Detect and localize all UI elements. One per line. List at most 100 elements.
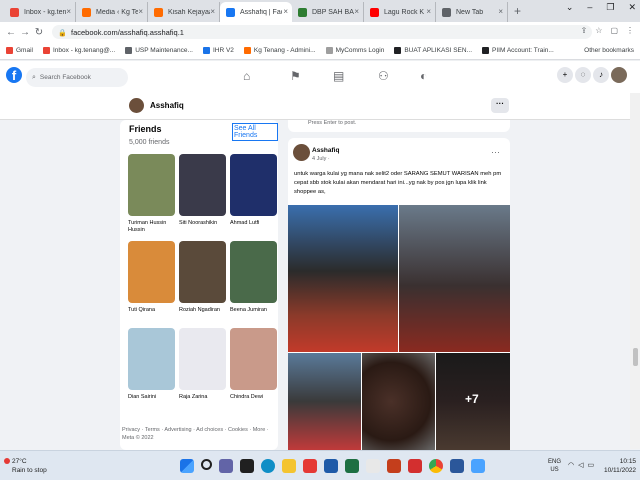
post-photo-2[interactable] (399, 205, 510, 352)
menu-icon[interactable]: ⋮ (626, 26, 634, 35)
tab-close-icon[interactable]: × (426, 7, 431, 16)
browser-tab[interactable]: Asshafiq | Facebook× (220, 2, 292, 22)
post-options-icon[interactable]: ··· (491, 147, 500, 157)
weather-widget[interactable]: 27°C Rain to stop (4, 457, 47, 475)
browser-tab[interactable]: Inbox - kg.tenang× (4, 2, 76, 22)
mail-icon[interactable] (324, 459, 338, 473)
bookmark-item[interactable]: Kg Tenang - Admini... (243, 47, 316, 54)
friend-photo[interactable] (128, 328, 175, 390)
friend-photo[interactable] (128, 241, 175, 303)
see-all-friends-link[interactable]: See All Friends (232, 123, 278, 141)
tab-close-icon[interactable]: × (354, 7, 359, 16)
footer-links[interactable]: Privacy · Terms · Advertising · Ad choic… (122, 426, 278, 442)
wifi-icon[interactable]: ◠ (568, 461, 574, 469)
browser-tab[interactable]: New Tab × (436, 2, 508, 22)
account-avatar[interactable] (611, 67, 627, 83)
friend-photo[interactable] (128, 154, 175, 216)
browser-tab[interactable]: DBP SAH BAHASA× (292, 2, 364, 22)
tab-search-icon[interactable]: ⌄ (566, 2, 574, 13)
new-tab-button[interactable]: + (514, 2, 521, 22)
friend-name[interactable]: Chindra Dewi (230, 394, 277, 401)
friend-item[interactable]: Ahmad Lutfi (230, 154, 277, 227)
friend-item[interactable]: Raja Zarina (179, 328, 226, 401)
file-icon[interactable] (366, 459, 380, 473)
messenger-icon[interactable]: ◌ (575, 67, 591, 83)
friend-name[interactable]: Beena Jumiran (230, 307, 277, 314)
bookmark-item[interactable]: BUAT APLIKASI SEN... (394, 47, 472, 54)
pdf-icon[interactable] (408, 459, 422, 473)
post-photo-4[interactable] (362, 353, 435, 450)
search-input[interactable]: ⌕ Search Facebook (26, 68, 128, 87)
bookmark-item[interactable]: USP Maintenance... (125, 47, 193, 54)
notifications-icon[interactable]: ♪ (593, 67, 609, 83)
tab-close-icon[interactable]: × (210, 7, 215, 16)
friend-name[interactable]: Tuti Qirana (128, 307, 175, 314)
avatar[interactable] (129, 98, 144, 113)
url-field[interactable]: 🔒 facebook.com/asshafiq.asshafiq.1 (52, 25, 592, 39)
friend-photo[interactable] (179, 241, 226, 303)
tab-close-icon[interactable]: × (138, 7, 143, 16)
profile-name[interactable]: Asshafiq (150, 101, 184, 110)
facebook-logo[interactable]: f (6, 67, 22, 83)
start-icon[interactable] (180, 459, 194, 473)
friend-item[interactable]: Dian Sairini (128, 328, 175, 401)
post-photo-3[interactable] (288, 353, 361, 450)
browser-tab[interactable]: Media ‹ Kg Tenang× (76, 2, 148, 22)
friend-photo[interactable] (179, 154, 226, 216)
groups-icon[interactable]: ⚇ (378, 69, 389, 83)
friend-name[interactable]: Dian Sairini (128, 394, 175, 401)
browser-tab[interactable]: Lagu Rock K × (364, 2, 436, 22)
reload-button[interactable]: ↻ (32, 27, 46, 38)
share-icon[interactable]: ⇪ (581, 26, 588, 35)
bookmark-item[interactable]: Inbox - kg.tenang@... (42, 47, 115, 54)
language-indicator[interactable]: ENG US (548, 458, 561, 474)
extensions-icon[interactable]: ▢ (610, 26, 618, 35)
volume-icon[interactable]: ◁ (578, 461, 583, 469)
maximize-button[interactable]: ❐ (606, 2, 614, 13)
friend-item[interactable]: Tuti Qirana (128, 241, 175, 314)
friend-item[interactable]: Chindra Dewi (230, 328, 277, 401)
scrollbar-thumb[interactable] (633, 348, 638, 366)
battery-icon[interactable]: ▭ (588, 461, 595, 469)
excel-icon[interactable] (345, 459, 359, 473)
bookmark-item[interactable]: MyComms Login (325, 47, 384, 54)
post-author[interactable]: Asshafiq (312, 147, 339, 154)
folder-icon[interactable] (282, 459, 296, 473)
friend-photo[interactable] (230, 241, 277, 303)
minimize-button[interactable]: – (587, 2, 592, 13)
bookmark-item[interactable]: Gmail (6, 47, 33, 54)
friend-item[interactable]: Beena Jumiran (230, 241, 277, 314)
friend-photo[interactable] (230, 154, 277, 216)
more-options-button[interactable]: ··· (491, 98, 509, 113)
create-icon[interactable]: + (557, 67, 573, 83)
friend-name[interactable]: Raja Zarina (179, 394, 226, 401)
bookmark-item[interactable]: IHR V2 (202, 47, 234, 54)
gaming-icon[interactable]: ◐ (420, 69, 427, 83)
friend-photo[interactable] (230, 328, 277, 390)
back-button[interactable]: ← (4, 27, 18, 38)
post-date[interactable]: 4 July · (312, 156, 330, 162)
teams-icon[interactable] (219, 459, 233, 473)
clock[interactable]: 10:15 10/11/2022 (604, 457, 636, 475)
friend-name[interactable]: Siti Noorashikin (179, 220, 226, 227)
powerpoint-icon[interactable] (387, 459, 401, 473)
friend-name[interactable]: Ahmad Lutfi (230, 220, 277, 227)
search-icon[interactable] (201, 459, 212, 470)
store-icon[interactable] (303, 459, 317, 473)
other-bookmarks[interactable]: Other bookmarks (584, 47, 634, 54)
file-explorer-icon[interactable] (240, 459, 254, 473)
marketplace-icon[interactable]: ▤ (333, 69, 344, 83)
friend-item[interactable]: Siti Noorashikin (179, 154, 226, 227)
bookmark-star-icon[interactable]: ☆ (595, 26, 602, 35)
close-window-button[interactable]: ✕ (628, 2, 636, 13)
browser-tab[interactable]: Kisah Kejayaan× (148, 2, 220, 22)
more-photos-count[interactable]: +7 (465, 392, 479, 406)
chrome-icon[interactable] (429, 459, 443, 473)
edge-icon[interactable] (261, 459, 275, 473)
photos-icon[interactable] (471, 459, 485, 473)
avatar[interactable] (293, 144, 310, 161)
friend-item[interactable]: Roziah Ngadiran (179, 241, 226, 314)
friend-name[interactable]: Turiman Hussin Hussin (128, 220, 175, 234)
tab-close-icon[interactable]: × (283, 7, 288, 16)
post-photo-1[interactable] (288, 205, 398, 352)
